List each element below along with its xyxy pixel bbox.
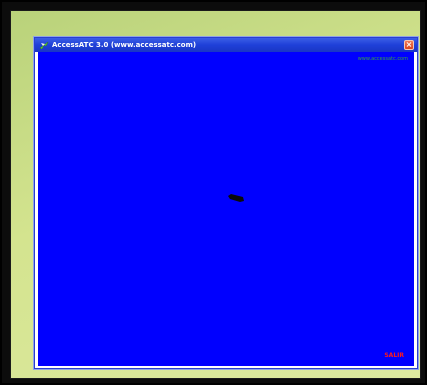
window-title: AccessATC 3.0 (www.accessatc.com) <box>52 41 197 49</box>
site-url-label: www.accessatc.com <box>357 56 408 62</box>
exit-button[interactable]: SALIR <box>384 352 404 359</box>
window-titlebar[interactable]: AccessATC 3.0 (www.accessatc.com) × <box>35 38 417 52</box>
close-icon: × <box>405 40 413 49</box>
radar-screen[interactable]: www.accessatc.com SALIR <box>38 52 414 366</box>
app-window: AccessATC 3.0 (www.accessatc.com) × www.… <box>34 37 418 369</box>
desktop-background: AccessATC 3.0 (www.accessatc.com) × www.… <box>10 10 421 379</box>
screen-border: AccessATC 3.0 (www.accessatc.com) × www.… <box>2 2 425 383</box>
app-plane-icon <box>39 41 49 50</box>
close-button[interactable]: × <box>404 40 414 50</box>
aircraft-target-icon[interactable] <box>227 193 245 203</box>
